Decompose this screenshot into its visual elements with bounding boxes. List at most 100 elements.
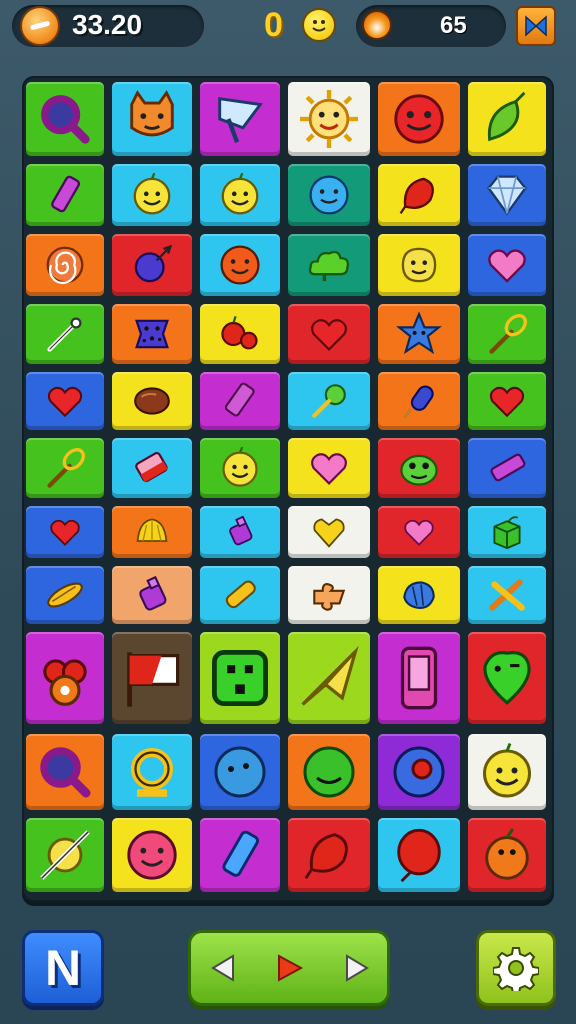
whisk-icon xyxy=(489,314,527,354)
shuffle-button[interactable] xyxy=(516,6,556,46)
tile-r3-c1[interactable] xyxy=(112,304,192,364)
tile-r2-c4[interactable] xyxy=(378,234,460,296)
tile-r0-c3[interactable] xyxy=(288,82,370,156)
tile-r9-c2[interactable] xyxy=(200,734,280,810)
tile-r2-c2[interactable] xyxy=(200,234,280,296)
tile-r9-c5[interactable] xyxy=(468,734,546,810)
arrow-right-icon xyxy=(346,954,369,982)
tile-r3-c3[interactable] xyxy=(288,304,370,364)
sun-face-icon xyxy=(300,90,358,148)
smiley-icon xyxy=(302,8,336,42)
red-leaf-icon xyxy=(399,177,434,215)
phone-icon xyxy=(400,646,438,710)
tile-r9-c0[interactable] xyxy=(26,734,104,810)
tile-r9-c4[interactable] xyxy=(378,734,460,810)
tile-r0-c5[interactable] xyxy=(468,82,546,156)
cross-sticks-icon xyxy=(489,579,525,611)
red-flag-icon xyxy=(127,652,180,707)
tile-r4-c5[interactable] xyxy=(468,372,546,430)
tile-r5-c1[interactable] xyxy=(112,438,192,498)
tile-r8-c2[interactable] xyxy=(200,632,280,724)
tile-r8-c5[interactable] xyxy=(468,632,546,724)
tile-r6-c1[interactable] xyxy=(112,506,192,558)
tile-r5-c2[interactable] xyxy=(200,438,280,498)
tile-r2-c1[interactable] xyxy=(112,234,192,296)
yellow-smiley-icon xyxy=(222,446,258,487)
tile-r10-c4[interactable] xyxy=(378,818,460,892)
tile-r1-c1[interactable] xyxy=(112,164,192,226)
purple-crayon-icon xyxy=(490,453,526,482)
green-cube-icon xyxy=(493,516,521,550)
tile-r0-c1[interactable] xyxy=(112,82,192,156)
tile-r5-c4[interactable] xyxy=(378,438,460,498)
tile-r6-c3[interactable] xyxy=(288,506,370,558)
green-balloon-icon xyxy=(483,651,531,705)
moves-counter: 0 xyxy=(264,6,283,44)
tile-r1-c5[interactable] xyxy=(468,164,546,226)
whisk-icon xyxy=(47,448,85,488)
tile-r9-c3[interactable] xyxy=(288,734,370,810)
tile-r9-c1[interactable] xyxy=(112,734,192,810)
tile-r0-c0[interactable] xyxy=(26,82,104,156)
tile-r5-c0[interactable] xyxy=(26,438,104,498)
yellow-smiley-icon xyxy=(221,172,259,215)
tile-r0-c4[interactable] xyxy=(378,82,460,156)
paper-plane-icon xyxy=(301,645,359,706)
settings-button[interactable] xyxy=(476,930,556,1006)
tile-r0-c2[interactable] xyxy=(200,82,280,156)
arrow-left-icon xyxy=(211,954,234,982)
tile-r6-c5[interactable] xyxy=(468,506,546,558)
tile-r8-c4[interactable] xyxy=(378,632,460,724)
tile-r10-c2[interactable] xyxy=(200,818,280,892)
tile-r5-c3[interactable] xyxy=(288,438,370,498)
purple-eraser-icon xyxy=(224,382,255,417)
tile-r10-c0[interactable] xyxy=(26,818,104,892)
tile-r4-c3[interactable] xyxy=(288,372,370,430)
tile-r3-c4[interactable] xyxy=(378,304,460,364)
red-heart-icon xyxy=(489,386,525,418)
tile-r4-c1[interactable] xyxy=(112,372,192,430)
tile-r7-c5[interactable] xyxy=(468,566,546,624)
next-button[interactable] xyxy=(331,943,381,993)
tile-r6-c0[interactable] xyxy=(26,506,104,558)
tile-r2-c0[interactable] xyxy=(26,234,104,296)
gold-heart-icon xyxy=(313,518,345,548)
tile-r1-c4[interactable] xyxy=(378,164,460,226)
tile-r4-c4[interactable] xyxy=(378,372,460,430)
spiral-bubble-icon xyxy=(393,746,445,798)
navigation-bar xyxy=(188,930,390,1006)
ring-icon xyxy=(131,748,173,797)
tile-r7-c1[interactable] xyxy=(112,566,192,624)
puzzle-piece-icon xyxy=(313,583,346,611)
tile-r8-c1[interactable] xyxy=(112,632,192,724)
tile-r3-c2[interactable] xyxy=(200,304,280,364)
tile-r10-c3[interactable] xyxy=(288,818,370,892)
fruit-bunch-icon xyxy=(43,659,87,706)
tile-r1-c2[interactable] xyxy=(200,164,280,226)
previous-button[interactable] xyxy=(199,943,249,993)
tile-r4-c2[interactable] xyxy=(200,372,280,430)
tile-r6-c2[interactable] xyxy=(200,506,280,558)
tile-r10-c1[interactable] xyxy=(112,818,192,892)
tile-r2-c5[interactable] xyxy=(468,234,546,296)
tile-r1-c0[interactable] xyxy=(26,164,104,226)
tile-r7-c4[interactable] xyxy=(378,566,460,624)
tile-r7-c2[interactable] xyxy=(200,566,280,624)
tile-r6-c4[interactable] xyxy=(378,506,460,558)
potato-face-icon xyxy=(401,247,437,283)
tile-r8-c0[interactable] xyxy=(26,632,104,724)
energy-value: 65 xyxy=(440,12,467,39)
menu-button[interactable]: N xyxy=(22,930,104,1006)
tile-r3-c5[interactable] xyxy=(468,304,546,364)
play-button[interactable] xyxy=(265,943,315,993)
tile-r10-c5[interactable] xyxy=(468,818,546,892)
bean-icon xyxy=(134,387,170,415)
tile-r5-c5[interactable] xyxy=(468,438,546,498)
tile-r3-c0[interactable] xyxy=(26,304,104,364)
tile-r7-c0[interactable] xyxy=(26,566,104,624)
tile-r1-c3[interactable] xyxy=(288,164,370,226)
tile-r7-c3[interactable] xyxy=(288,566,370,624)
tile-r8-c3[interactable] xyxy=(288,632,370,724)
tile-r2-c3[interactable] xyxy=(288,234,370,296)
tile-r4-c0[interactable] xyxy=(26,372,104,430)
